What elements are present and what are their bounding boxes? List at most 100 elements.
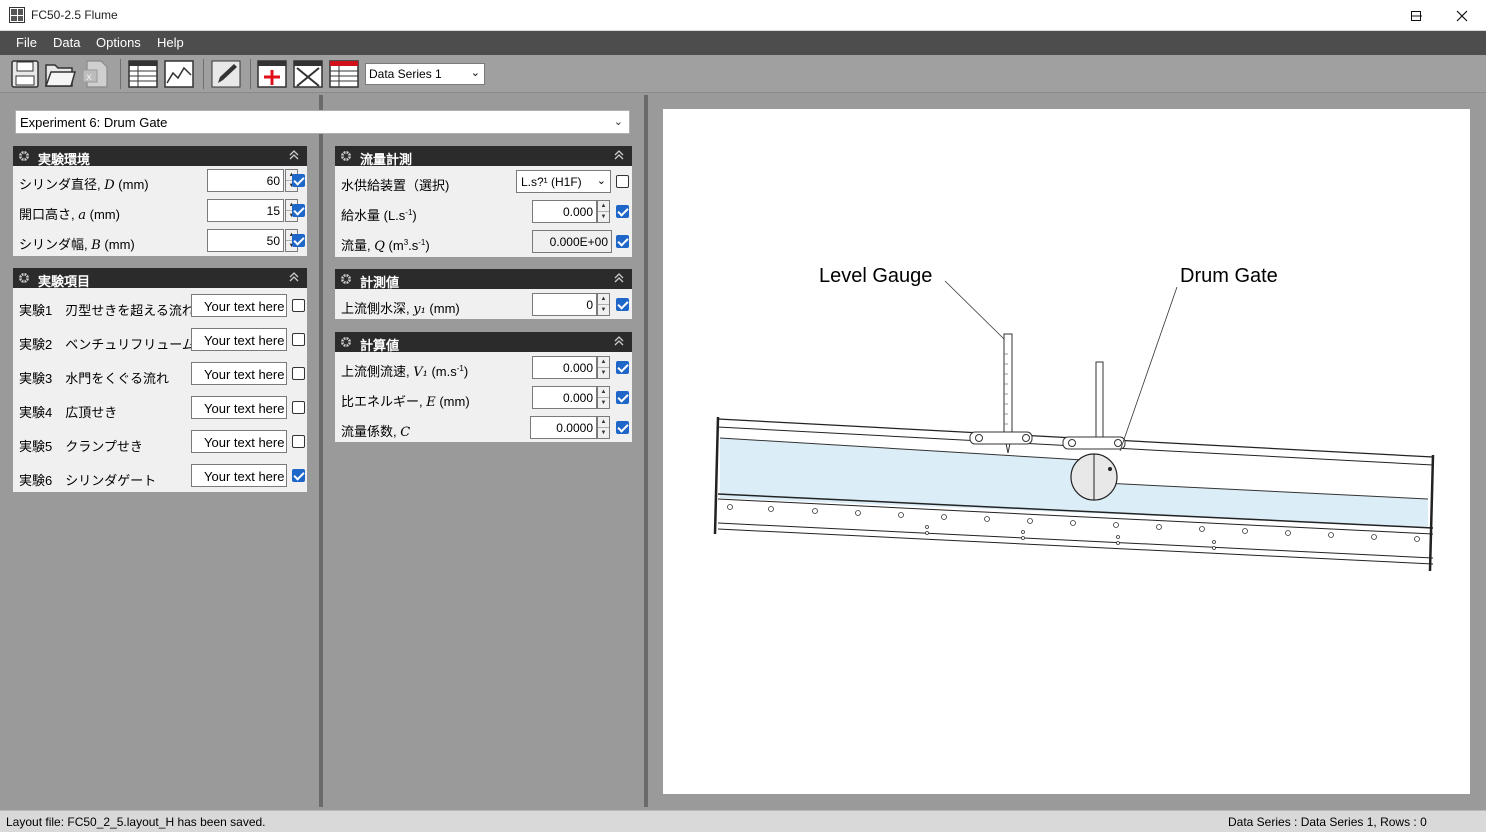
pane-divider-right[interactable] <box>644 95 648 807</box>
gear-icon <box>340 150 352 162</box>
flow-rate-checkbox[interactable] <box>616 235 629 248</box>
experiment-5-checkbox[interactable] <box>292 435 305 448</box>
data-series-button[interactable] <box>328 58 360 90</box>
discharge-coefficient-checkbox[interactable] <box>616 421 629 434</box>
experiment-select[interactable]: Experiment 6: Drum Gate ⌄ <box>15 110 630 134</box>
experiment-4-checkbox[interactable] <box>292 401 305 414</box>
experiment-4-note-input[interactable]: Your text here <box>191 396 287 419</box>
edit-button[interactable] <box>210 58 242 90</box>
menu-options[interactable]: Options <box>96 35 141 50</box>
spin-buttons[interactable]: ▲▼ <box>597 293 610 316</box>
experiment-row-1: 実験1 刃型せきを超える流れ Your text here <box>13 291 307 325</box>
chevron-down-icon: ⌄ <box>596 175 606 187</box>
specific-energy-checkbox[interactable] <box>616 391 629 404</box>
toolbar: x Data Series 1 ⌄ <box>0 55 1486 93</box>
pane-divider-left[interactable] <box>319 95 323 807</box>
specific-energy-input[interactable]: 0.000 <box>532 386 597 409</box>
feed-rate-row: 給水量 (L.s-1) 0.000 ▲ ▼ <box>335 197 632 227</box>
chevron-down-icon: ⌄ <box>613 116 623 128</box>
experiment-label: 実験4 広頂せき <box>19 405 118 420</box>
upstream-depth-checkbox[interactable] <box>616 298 629 311</box>
upstream-velocity-checkbox[interactable] <box>616 361 629 374</box>
collapse-icon[interactable] <box>287 148 301 162</box>
open-button[interactable] <box>44 58 76 90</box>
menu-help[interactable]: Help <box>157 35 184 50</box>
gear-icon <box>18 272 30 284</box>
experiment-row-6: 実験6 シリンダゲート Your text here <box>13 461 307 492</box>
panel-experiments: 実験項目 実験1 刃型せきを超える流れ Your text here 実験2 ベ… <box>13 268 307 492</box>
water-supply-checkbox[interactable] <box>616 175 629 188</box>
title-bar: FC50-2.5 Flume <box>0 0 1486 31</box>
discharge-coefficient-input[interactable]: 0.0000 <box>530 416 597 439</box>
collapse-icon[interactable] <box>612 334 626 348</box>
menu-file[interactable]: File <box>16 35 37 50</box>
experiment-1-checkbox[interactable] <box>292 299 305 312</box>
data-series-select[interactable]: Data Series 1 ⌄ <box>365 63 485 85</box>
upstream-depth-input[interactable]: 0 <box>532 293 597 316</box>
cylinder-width-input[interactable]: 50 <box>207 229 284 252</box>
panel-calculated: 計算値 上流側流速, V₁ (m.s-1) 0.000 ▲ ▼ 比エネルギー, E… <box>335 332 632 442</box>
spin-buttons[interactable]: ▲▼ <box>597 386 610 409</box>
svg-text:x: x <box>86 72 92 83</box>
save-button[interactable] <box>9 58 41 90</box>
gear-icon <box>18 150 30 162</box>
menu-data[interactable]: Data <box>53 35 80 50</box>
chevron-down-icon: ⌄ <box>470 67 480 79</box>
collapse-icon[interactable] <box>612 271 626 285</box>
experiment-6-note-input[interactable]: Your text here <box>191 464 287 487</box>
panel-title: 計算値 <box>360 338 400 353</box>
maximize-icon <box>1411 10 1421 21</box>
panel-title: 実験項目 <box>38 274 91 289</box>
spin-buttons[interactable]: ▲▼ <box>597 356 610 379</box>
pencil-icon <box>211 60 241 88</box>
delete-row-icon <box>293 60 323 88</box>
discharge-coefficient-label: 流量係数, C <box>341 424 411 440</box>
experiment-row-3: 実験3 水門をくぐる流れ Your text here <box>13 359 307 393</box>
param-label: 開口高さ, a (mm) <box>19 207 120 223</box>
cylinder-diameter-checkbox[interactable] <box>292 174 305 187</box>
experiment-2-checkbox[interactable] <box>292 333 305 346</box>
toolbar-separator <box>250 59 251 89</box>
opening-height-checkbox[interactable] <box>292 204 305 217</box>
panel-header: 流量計測 <box>335 146 632 167</box>
table-view-button[interactable] <box>127 58 159 90</box>
feed-rate-input[interactable]: 0.000 <box>532 200 597 223</box>
panel-environment: 実験環境 シリンダ直径, D (mm) 60 ▲▼ 開口高さ, a (mm) 1… <box>13 146 307 256</box>
experiment-2-note-input[interactable]: Your text here <box>191 328 287 351</box>
level-gauge <box>969 333 1033 454</box>
collapse-icon[interactable] <box>287 270 301 284</box>
flow-rate-label: 流量, Q (m3.s-1) <box>341 238 430 254</box>
experiment-row-5: 実験5 クランプせき Your text here <box>13 427 307 461</box>
data-series-icon <box>329 60 359 88</box>
gear-icon <box>340 336 352 348</box>
delete-row-button[interactable] <box>292 58 324 90</box>
collapse-icon[interactable] <box>612 148 626 162</box>
spin-buttons[interactable]: ▲▼ <box>597 200 610 223</box>
experiment-6-checkbox[interactable] <box>292 469 305 482</box>
experiment-1-note-input[interactable]: Your text here <box>191 294 287 317</box>
close-button[interactable] <box>1439 0 1485 31</box>
upstream-velocity-input[interactable]: 0.000 <box>532 356 597 379</box>
upstream-velocity-row: 上流側流速, V₁ (m.s-1) 0.000 ▲ ▼ <box>335 353 632 383</box>
water-supply-select[interactable]: L.s?¹ (H1F) ⌄ <box>516 170 611 193</box>
experiment-label: 実験5 クランプせき <box>19 439 143 454</box>
graph-view-button[interactable] <box>163 58 195 90</box>
experiment-3-checkbox[interactable] <box>292 367 305 380</box>
add-row-button[interactable] <box>256 58 288 90</box>
cylinder-width-checkbox[interactable] <box>292 234 305 247</box>
close-icon <box>1456 10 1468 21</box>
export-excel-button[interactable]: x <box>80 58 112 90</box>
feed-rate-checkbox[interactable] <box>616 205 629 218</box>
param-label: シリンダ直径, D (mm) <box>19 177 149 193</box>
maximize-button[interactable] <box>1393 0 1439 31</box>
opening-height-input[interactable]: 15 <box>207 199 284 222</box>
experiment-label: 実験1 刃型せきを超える流れ <box>19 303 195 318</box>
discharge-coefficient-row: 流量係数, C 0.0000 ▲ ▼ <box>335 413 632 443</box>
param-row-cylinder-diameter: シリンダ直径, D (mm) 60 ▲▼ <box>13 166 307 196</box>
experiment-label: 実験3 水門をくぐる流れ <box>19 371 169 386</box>
experiment-3-note-input[interactable]: Your text here <box>191 362 287 385</box>
experiment-5-note-input[interactable]: Your text here <box>191 430 287 453</box>
status-data-series: Data Series : Data Series 1, Rows : 0 <box>1228 815 1427 829</box>
cylinder-diameter-input[interactable]: 60 <box>207 169 284 192</box>
spin-buttons[interactable]: ▲▼ <box>597 416 610 439</box>
